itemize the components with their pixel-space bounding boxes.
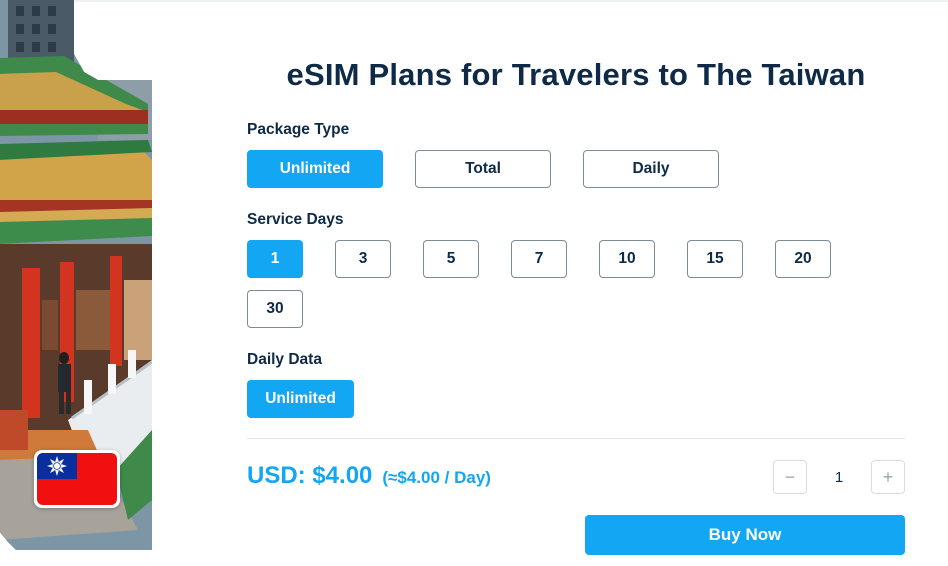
service-days-5-button[interactable]: 5 bbox=[423, 240, 479, 278]
service-days-7-button[interactable]: 7 bbox=[511, 240, 567, 278]
package-type-total-button[interactable]: Total bbox=[415, 150, 551, 188]
service-days-1-button[interactable]: 1 bbox=[247, 240, 303, 278]
quantity-increase-button[interactable]: + bbox=[871, 460, 905, 494]
package-type-label: Package Type bbox=[247, 121, 350, 138]
service-days-15-button[interactable]: 15 bbox=[687, 240, 743, 278]
package-type-daily-button[interactable]: Daily bbox=[583, 150, 719, 188]
service-days-3-button[interactable]: 3 bbox=[335, 240, 391, 278]
buy-now-button[interactable]: Buy Now bbox=[585, 515, 905, 555]
price-per-day: (≈$4.00 / Day) bbox=[382, 468, 491, 487]
divider bbox=[247, 438, 905, 439]
service-days-30-button[interactable]: 30 bbox=[247, 290, 303, 328]
service-days-10-button[interactable]: 10 bbox=[599, 240, 655, 278]
taiwan-flag-icon bbox=[34, 450, 120, 508]
quantity-value[interactable]: 1 bbox=[808, 460, 870, 494]
service-days-label: Service Days bbox=[247, 211, 344, 228]
daily-data-unlimited-button[interactable]: Unlimited bbox=[247, 380, 354, 418]
page-title: eSIM Plans for Travelers to The Taiwan bbox=[286, 57, 866, 92]
quantity-decrease-button[interactable]: − bbox=[773, 460, 807, 494]
price-total: USD: $4.00 bbox=[247, 462, 373, 489]
package-type-unlimited-button[interactable]: Unlimited bbox=[247, 150, 383, 188]
top-border bbox=[0, 0, 948, 2]
price-display: USD: $4.00 (≈$4.00 / Day) bbox=[247, 462, 491, 490]
esim-plan-page: eSIM Plans for Travelers to The Taiwan P… bbox=[0, 0, 948, 566]
daily-data-label: Daily Data bbox=[247, 351, 322, 368]
service-days-20-button[interactable]: 20 bbox=[775, 240, 831, 278]
